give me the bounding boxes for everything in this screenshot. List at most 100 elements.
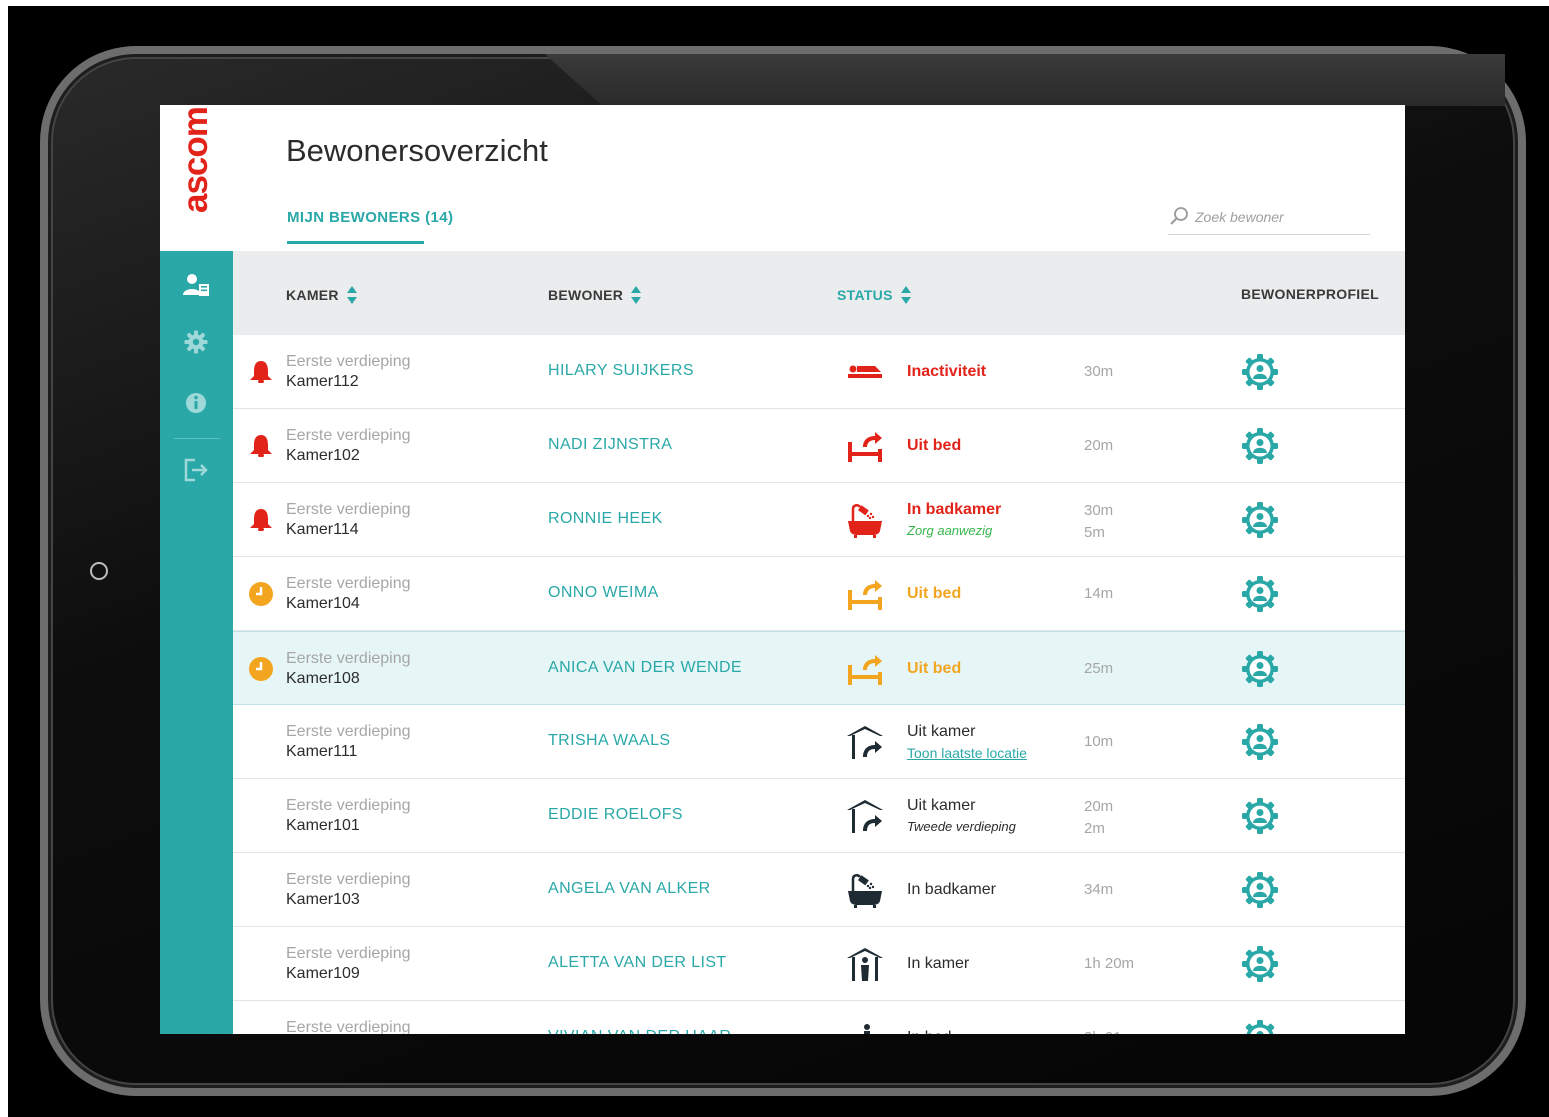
sort-icon[interactable] <box>346 286 357 304</box>
duration: 25m <box>1084 660 1114 677</box>
tab-my-residents[interactable]: MIJN BEWONERS (14) <box>287 209 453 226</box>
column-header-resident[interactable]: BEWONER <box>548 286 642 304</box>
floor-label: Eerste verdieping <box>286 723 411 740</box>
bathroom-icon <box>848 504 882 538</box>
resident-name-link[interactable]: ONNO WEIMA <box>548 584 659 602</box>
in-room-icon <box>847 948 883 981</box>
page-title: Bewonersoverzicht <box>286 133 548 168</box>
inactivity-icon <box>848 365 882 378</box>
status-label: In badkamer <box>907 501 1002 518</box>
duration: 34m <box>1084 881 1114 898</box>
resident-list-icon[interactable] <box>181 271 211 301</box>
room-number: Kamer109 <box>286 965 360 982</box>
duration: 2h 01m <box>1084 1027 1134 1034</box>
status-detail: Zorg aanwezig <box>907 523 993 538</box>
duration: 20m <box>1084 798 1114 815</box>
tablet-reflection <box>545 54 1505 106</box>
status-detail: Tweede verdieping <box>907 819 1016 834</box>
search-box[interactable] <box>1168 202 1370 235</box>
status-cell: In badkamer Zorg aanwezig <box>907 499 1001 541</box>
room-cell: Eerste verdieping Kamer102 <box>286 426 411 466</box>
resident-profile-icon[interactable] <box>1240 944 1280 984</box>
resident-profile-icon[interactable] <box>1240 500 1280 540</box>
status-label: In badkamer <box>907 881 996 898</box>
out-of-bed-icon <box>848 580 882 610</box>
duration-cell: 10m <box>1084 731 1113 753</box>
table-row[interactable]: Eerste verdieping Kamer111 TRISHA WAALS … <box>233 705 1405 779</box>
status-label: Uit bed <box>907 437 962 454</box>
duration: 30m <box>1084 363 1114 380</box>
duration-cell: 2h 01m <box>1084 1027 1134 1034</box>
table-row[interactable]: Eerste verdieping Kamer112 HILARY SUIJKE… <box>233 335 1405 409</box>
logout-icon[interactable] <box>181 455 211 485</box>
sort-icon[interactable] <box>900 286 911 304</box>
duration: 30m <box>1084 502 1114 519</box>
camera-dot <box>90 562 108 580</box>
resident-name-link[interactable]: VIVIAN VAN DER HAAR <box>548 1028 731 1034</box>
resident-profile-icon[interactable] <box>1240 870 1280 910</box>
table-header: KAMER BEWONER STATUS BEWONERPROFIEL <box>233 251 1405 335</box>
resident-profile-icon[interactable] <box>1240 352 1280 392</box>
floor-label: Eerste verdieping <box>286 945 411 962</box>
resident-name-link[interactable]: ANGELA VAN ALKER <box>548 880 711 898</box>
room-cell: Eerste verdieping Kamer104 <box>286 574 411 614</box>
duration-secondary: 2m <box>1084 820 1105 837</box>
status-cell: Inactiviteit <box>907 361 986 383</box>
duration: 1h 20m <box>1084 955 1135 972</box>
duration-cell: 20m <box>1084 435 1113 457</box>
logo-area: ascom <box>160 105 233 251</box>
info-icon[interactable] <box>181 388 211 418</box>
table-row[interactable]: Eerste verdieping Kamer101 EDDIE ROELOFS… <box>233 779 1405 853</box>
column-header-status[interactable]: STATUS <box>837 286 911 304</box>
resident-profile-icon[interactable] <box>1240 574 1280 614</box>
resident-name-link[interactable]: EDDIE ROELOFS <box>548 806 683 824</box>
resident-profile-icon[interactable] <box>1240 649 1280 689</box>
gear-icon[interactable] <box>181 327 211 357</box>
resident-profile-icon[interactable] <box>1240 796 1280 836</box>
show-last-location-link[interactable]: Toon laatste locatie <box>907 743 1027 763</box>
status-label: In kamer <box>907 955 970 972</box>
table-row[interactable]: Eerste verdieping Kamer109 ALETTA VAN DE… <box>233 927 1405 1001</box>
table-row[interactable]: Eerste verdieping Kamer103 ANGELA VAN AL… <box>233 853 1405 927</box>
room-cell: Eerste verdieping Kamer114 <box>286 500 411 540</box>
sidebar-divider <box>174 438 220 439</box>
room-number: Kamer101 <box>286 817 360 834</box>
room-cell: Eerste verdieping Kamer111 <box>286 722 411 762</box>
app-screen: ascom Bewonersoverzicht MIJN BEWONERS (1… <box>160 105 1405 1034</box>
status-label: Uit bed <box>907 660 962 677</box>
status-cell: Uit bed <box>907 435 961 457</box>
resident-name-link[interactable]: RONNIE HEEK <box>548 510 663 528</box>
resident-name-link[interactable]: NADI ZIJNSTRA <box>548 436 672 454</box>
room-number: Kamer104 <box>286 595 360 612</box>
out-of-room-icon <box>847 726 883 759</box>
status-cell: Uit bed <box>907 658 961 680</box>
resident-profile-icon[interactable] <box>1240 1018 1280 1034</box>
status-label: Uit kamer <box>907 723 976 740</box>
resident-name-link[interactable]: ANICA VAN DER WENDE <box>548 659 742 677</box>
table-row[interactable]: Eerste verdieping Kamer114 RONNIE HEEK I… <box>233 483 1405 557</box>
status-cell: Uit bed <box>907 583 961 605</box>
resident-profile-icon[interactable] <box>1240 426 1280 466</box>
column-header-room[interactable]: KAMER <box>286 286 357 304</box>
status-cell: In badkamer <box>907 879 996 901</box>
resident-profile-icon[interactable] <box>1240 722 1280 762</box>
sidebar: ascom <box>160 105 233 1034</box>
duration-cell: 25m <box>1084 658 1113 680</box>
resident-name-link[interactable]: ALETTA VAN DER LIST <box>548 954 727 972</box>
table-row[interactable]: Eerste verdieping Kamer104 ONNO WEIMA Ui… <box>233 557 1405 631</box>
room-cell: Eerste verdieping <box>286 1018 411 1034</box>
table-row[interactable]: Eerste verdieping VIVIAN VAN DER HAAR In… <box>233 1001 1405 1034</box>
table-row[interactable]: Eerste verdieping Kamer102 NADI ZIJNSTRA… <box>233 409 1405 483</box>
bathroom-icon <box>848 874 882 908</box>
room-cell: Eerste verdieping Kamer108 <box>286 649 411 689</box>
resident-name-link[interactable]: HILARY SUIJKERS <box>548 362 694 380</box>
resident-name-link[interactable]: TRISHA WAALS <box>548 732 670 750</box>
duration: 14m <box>1084 585 1114 602</box>
floor-label: Eerste verdieping <box>286 575 411 592</box>
bell-alert-icon <box>250 435 272 457</box>
status-label: Inactiviteit <box>907 363 987 380</box>
sort-icon[interactable] <box>631 286 642 304</box>
table-row[interactable]: Eerste verdieping Kamer108 ANICA VAN DER… <box>233 631 1405 705</box>
search-input[interactable] <box>1195 206 1365 228</box>
in-bed-icon <box>864 1024 870 1034</box>
